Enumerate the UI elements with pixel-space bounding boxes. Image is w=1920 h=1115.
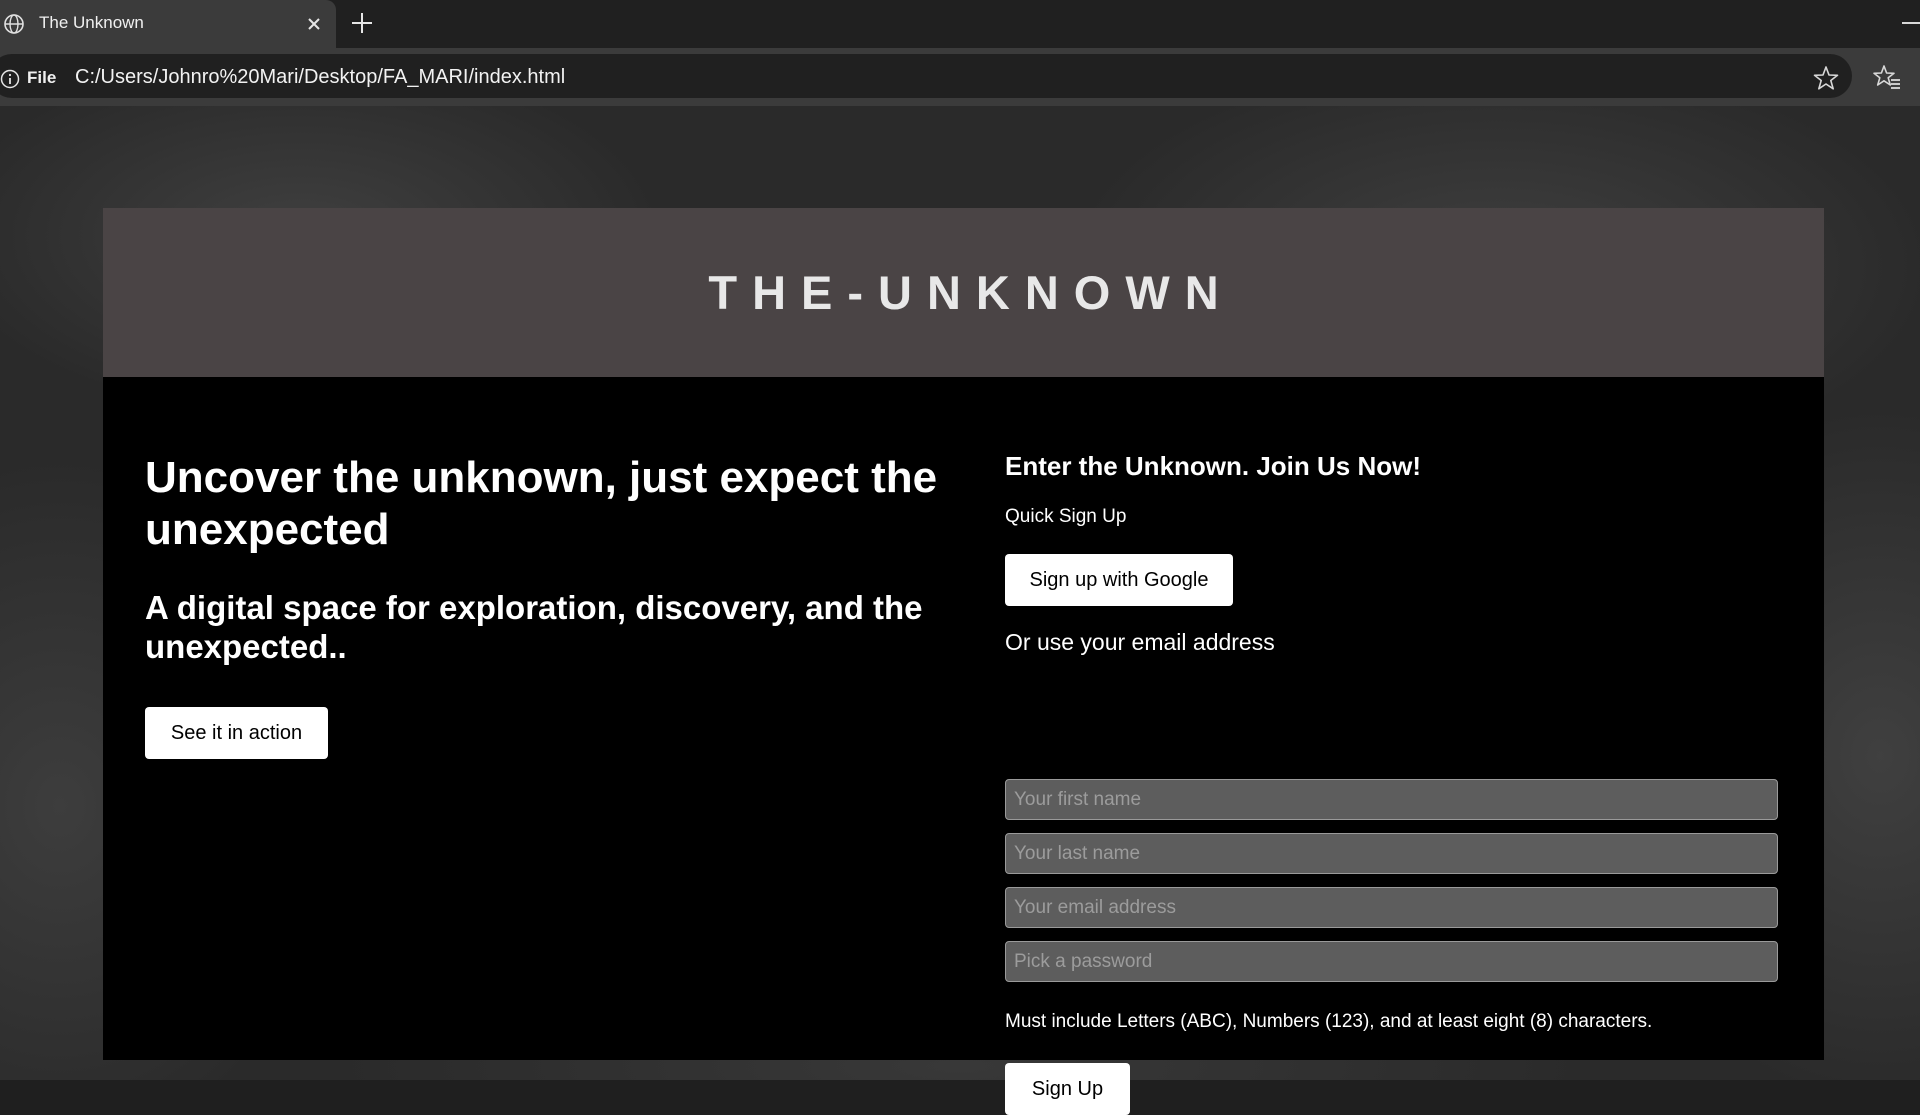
url-text[interactable]: C:/Users/Johnro%20Mari/Desktop/FA_MARI/i… bbox=[75, 66, 565, 89]
info-icon[interactable] bbox=[0, 69, 20, 89]
favorites-icon[interactable] bbox=[1872, 63, 1902, 93]
see-it-in-action-button[interactable]: See it in action bbox=[145, 707, 328, 759]
close-icon[interactable] bbox=[302, 12, 326, 36]
star-icon[interactable] bbox=[1812, 64, 1840, 92]
hero-subheading: A digital space for exploration, discove… bbox=[145, 589, 923, 665]
signup-heading: Enter the Unknown. Join Us Now! bbox=[1005, 451, 1422, 481]
quick-signup-label: Quick Sign Up bbox=[1005, 506, 1127, 527]
address-scheme-label[interactable]: File bbox=[27, 68, 56, 88]
first-name-input[interactable] bbox=[1005, 779, 1778, 820]
last-name-input[interactable] bbox=[1005, 833, 1778, 874]
hero-heading: Uncover the unknown, just expect the une… bbox=[145, 453, 938, 554]
main-card: THE-UNKNOWN Uncover the unknown, just ex… bbox=[103, 208, 1824, 1115]
google-signup-button[interactable]: Sign up with Google bbox=[1005, 554, 1233, 606]
site-header: THE-UNKNOWN bbox=[103, 208, 1824, 377]
browser-tab[interactable]: The Unknown bbox=[0, 0, 336, 48]
sign-up-button[interactable]: Sign Up bbox=[1005, 1063, 1130, 1115]
email-option-label: Or use your email address bbox=[1005, 629, 1275, 655]
tab-title: The Unknown bbox=[39, 13, 144, 32]
page-viewport: THE-UNKNOWN Uncover the unknown, just ex… bbox=[0, 106, 1920, 1115]
browser-tab-strip: The Unknown bbox=[0, 0, 1920, 48]
minimize-button[interactable] bbox=[1902, 22, 1920, 24]
password-hint: Must include Letters (ABC), Numbers (123… bbox=[1005, 1011, 1653, 1032]
email-input[interactable] bbox=[1005, 887, 1778, 928]
globe-icon bbox=[4, 14, 24, 34]
site-title: THE-UNKNOWN bbox=[708, 266, 1234, 319]
plus-icon[interactable] bbox=[349, 10, 375, 36]
password-input[interactable] bbox=[1005, 941, 1778, 982]
